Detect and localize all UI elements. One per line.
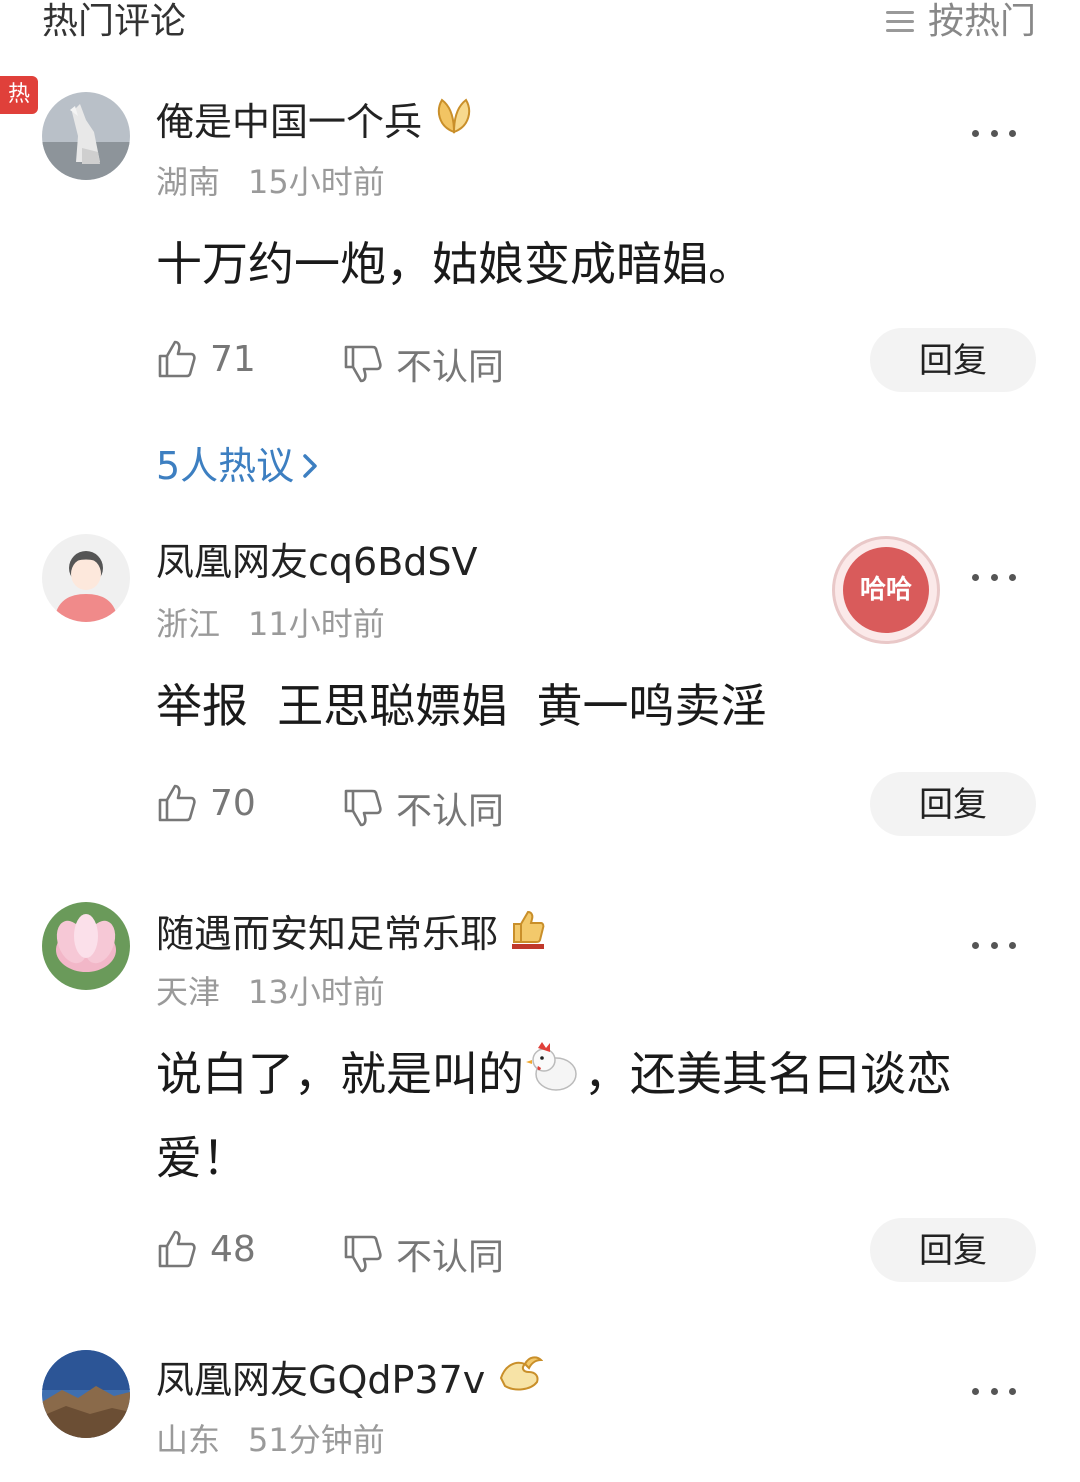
comment-actions: 48 不认同 回复 [156,1218,1036,1282]
like-button[interactable]: 48 [156,1228,256,1270]
dislike-button[interactable]: 不认同 [342,782,504,834]
reply-button[interactable]: 回复 [870,772,1036,836]
location: 浙江 [156,605,221,643]
haha-reaction-badge: 哈哈 [832,536,940,644]
chicken-emoji-icon [524,1038,584,1118]
like-count: 71 [210,338,256,380]
sort-label: 按热门 [927,1,1036,42]
like-button[interactable]: 71 [156,338,256,380]
comment-meta: 浙江 11小时前 [156,604,385,644]
more-options-icon[interactable] [972,940,1016,950]
comment-meta: 山东 51分钟前 [156,1420,385,1460]
thumbs-up-medal-icon [508,906,548,961]
dislike-button[interactable]: 不认同 [342,1228,504,1280]
menu-icon [885,11,914,33]
dislike-label: 不认同 [396,1237,505,1278]
like-count: 70 [210,782,256,824]
comment-meta: 天津 13小时前 [156,972,385,1012]
dislike-label: 不认同 [396,347,505,388]
username[interactable]: 凤凰网友GQdP37v [156,1354,544,1405]
comment-text: 十万约一炮，姑娘变成暗娼。 [156,237,754,291]
location: 山东 [156,1421,221,1459]
timestamp: 15小时前 [248,163,385,201]
chevron-right-icon [303,454,317,478]
comment-text: 举报 王思聪嫖娼 黄一鸣卖淫 [156,679,767,733]
comment-meta: 湖南 15小时前 [156,162,385,202]
replies-link[interactable]: 5人热议 [156,442,320,490]
reply-button[interactable]: 回复 [870,1218,1036,1282]
avatar[interactable] [42,902,130,990]
location: 湖南 [156,163,221,201]
timestamp: 11小时前 [248,605,385,643]
username[interactable]: 俺是中国一个兵 [156,96,476,147]
avatar[interactable] [42,92,130,180]
location: 天津 [156,973,221,1011]
timestamp: 13小时前 [248,973,385,1011]
hot-badge: 热 [0,76,38,114]
leaf-medal-icon [432,96,476,147]
timestamp: 51分钟前 [248,1421,385,1459]
more-options-icon[interactable] [972,128,1016,138]
haha-badge-label: 哈哈 [843,547,929,633]
more-options-icon[interactable] [972,572,1016,582]
comment-actions: 71 不认同 回复 [156,328,1036,392]
dislike-button[interactable]: 不认同 [342,338,504,390]
thumbs-up-icon [158,784,196,822]
comments-header: 热门评论 按热门 [0,0,1080,50]
username[interactable]: 凤凰网友cq6BdSV [156,538,478,586]
username[interactable]: 随遇而安知足常乐耶 [156,906,548,961]
dislike-label: 不认同 [396,791,505,832]
more-options-icon[interactable] [972,1386,1016,1396]
dove-medal-icon [495,1354,544,1405]
sort-button[interactable]: 按热门 [885,0,1036,44]
thumbs-up-icon [158,1230,196,1268]
avatar[interactable] [42,534,130,622]
thumbs-up-icon [158,340,196,378]
comment-text: 说白了，就是叫的 ，还美其名曰谈恋爱！ [156,1034,1036,1198]
section-title: 热门评论 [42,1,187,42]
thumbs-down-icon [344,1235,382,1273]
like-button[interactable]: 70 [156,782,256,824]
like-count: 48 [210,1228,256,1270]
thumbs-down-icon [344,789,382,827]
comment-actions: 70 不认同 回复 [156,772,1036,836]
reply-button[interactable]: 回复 [870,328,1036,392]
thumbs-down-icon [344,345,382,383]
avatar[interactable] [42,1350,130,1438]
